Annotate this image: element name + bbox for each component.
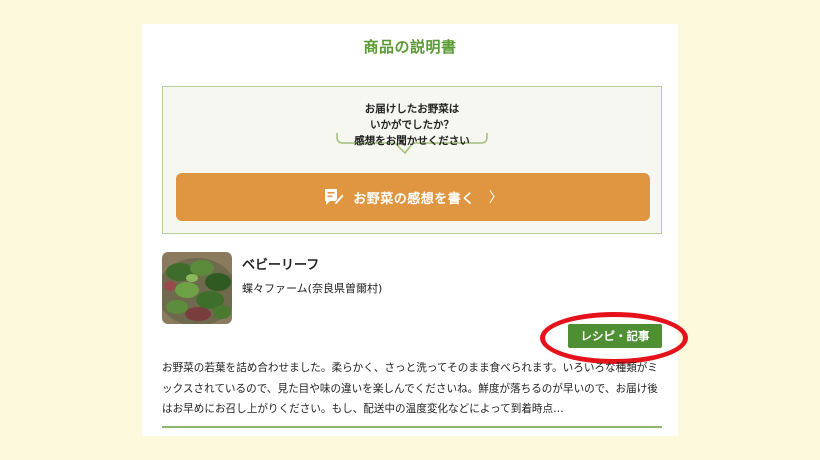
bubble-line-3: 感想をお聞かせください [354, 135, 470, 147]
bubble-text: お届けしたお野菜は いかがでしたか？ 感想をお聞かせください [335, 101, 489, 149]
bubble-line-1: お届けしたお野菜は [364, 103, 460, 115]
chevron-right-icon: 〉 [488, 190, 503, 206]
product-image [162, 252, 232, 324]
bubble-line-2: いかがでしたか？ [370, 119, 454, 131]
feedback-section: お届けしたお野菜は いかがでしたか？ 感想をお聞かせください お野菜の感想を書く… [162, 86, 662, 234]
product-name: ベビーリーフ [242, 258, 320, 273]
product-info-panel: 商品の説明書 お届けしたお野菜は いかがでしたか？ 感想をお聞かせください お野… [142, 24, 688, 436]
write-review-button[interactable]: お野菜の感想を書く 〉 [176, 173, 650, 221]
recipe-article-button[interactable]: レシピ・記事 [568, 324, 662, 348]
product-description: お野菜の若葉を詰め合わせました。柔らかく、さっと洗ってそのまま食べられます。いろ… [162, 362, 658, 415]
page-title: 商品の説明書 [363, 38, 457, 56]
pen-memo-icon [323, 187, 345, 207]
section-divider [162, 426, 662, 428]
speech-bubble: お届けしたお野菜は いかがでしたか？ 感想をお聞かせください [335, 97, 489, 159]
product-farm: 蝶々ファーム(奈良県曽爾村) [242, 282, 383, 295]
write-review-label: お野菜の感想を書く [353, 191, 475, 207]
